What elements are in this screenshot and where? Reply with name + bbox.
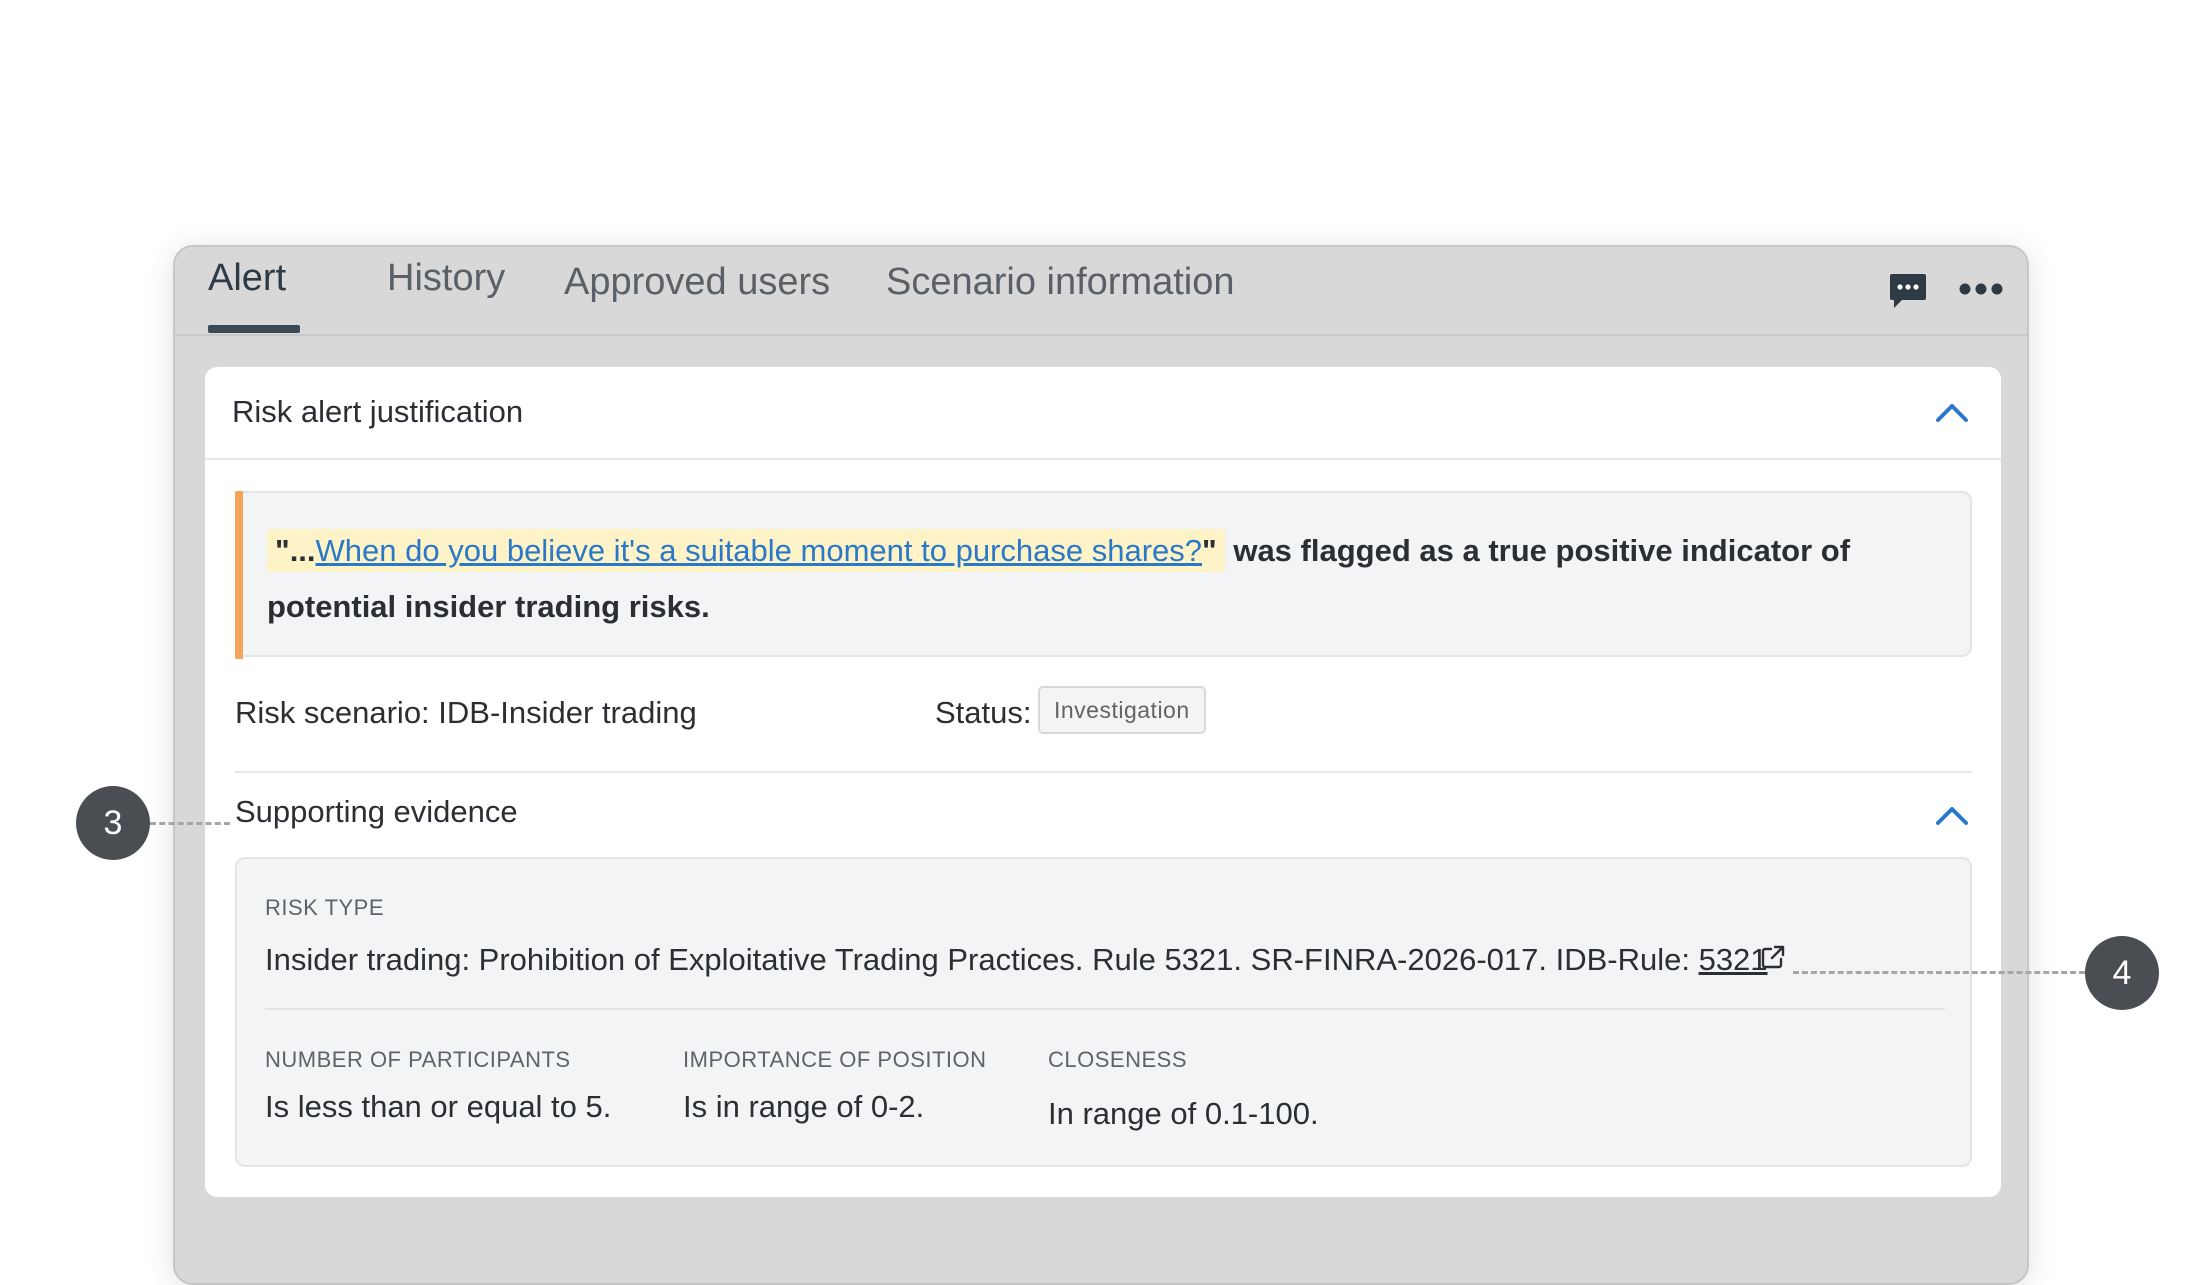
participants-label: NUMBER OF PARTICIPANTS	[265, 1047, 571, 1072]
closeness-label: CLOSENESS	[1048, 1047, 1187, 1072]
risk-type-label: RISK TYPE	[265, 895, 385, 920]
status-badge: Investigation	[1038, 686, 1206, 734]
supporting-evidence-box: RISK TYPE Insider trading: Prohibition o…	[235, 857, 1972, 1167]
importance-value: Is in range of 0-2.	[683, 1089, 925, 1124]
importance-label: IMPORTANCE OF POSITION	[683, 1047, 987, 1072]
quote-accent-bar	[235, 491, 243, 659]
risk-type-text: Insider trading: Prohibition of Exploita…	[265, 942, 1768, 978]
more-options-icon[interactable]	[1958, 279, 2004, 299]
tab-history[interactable]: History	[387, 257, 505, 300]
closeness-value: In range of 0.1-100.	[1048, 1096, 1319, 1131]
section-divider	[235, 771, 1972, 773]
tab-approved-users[interactable]: Approved users	[564, 261, 830, 304]
collapse-chevron-up-icon[interactable]	[1934, 400, 1970, 424]
participants-value: Is less than or equal to 5.	[265, 1089, 612, 1124]
external-link-icon[interactable]	[1760, 944, 1786, 970]
active-tab-indicator	[208, 325, 300, 333]
card-title: Risk alert justification	[232, 394, 524, 429]
evidence-divider	[265, 1008, 1945, 1010]
supporting-evidence-title: Supporting evidence	[235, 794, 518, 829]
callout-marker-4: 4	[2085, 936, 2159, 1010]
quote-prefix: "...	[275, 533, 316, 568]
risk-alert-card: Risk alert justification "...When do you…	[205, 367, 2001, 1197]
callout-3-leader-line	[150, 822, 230, 825]
alert-panel-window: Alert History Approved users Scenario in…	[173, 245, 2029, 1285]
status-label: Status:	[935, 695, 1032, 730]
callout-4-leader-line	[1793, 971, 2085, 974]
quote-suffix: "	[1202, 533, 1217, 568]
flagged-quote-text: "...When do you believe it's a suitable …	[267, 523, 1947, 635]
quote-highlight: "...When do you believe it's a suitable …	[267, 529, 1225, 572]
risk-scenario: Risk scenario: IDB-Insider trading	[235, 695, 697, 730]
tab-scenario-information[interactable]: Scenario information	[886, 261, 1235, 304]
tab-alert[interactable]: Alert	[208, 257, 286, 300]
risk-type-value: Insider trading: Prohibition of Exploita…	[265, 942, 1699, 977]
evidence-collapse-chevron-up-icon[interactable]	[1934, 803, 1970, 827]
callout-marker-3: 3	[76, 786, 150, 860]
chat-icon[interactable]	[1888, 271, 1928, 311]
tab-bar: Alert History Approved users Scenario in…	[175, 247, 2027, 336]
card-header: Risk alert justification	[205, 367, 2001, 460]
flagged-quote-box: "...When do you believe it's a suitable …	[235, 491, 1972, 659]
idb-rule-link[interactable]: 5321	[1699, 942, 1768, 977]
flagged-message-link[interactable]: When do you believe it's a suitable mome…	[316, 533, 1202, 568]
